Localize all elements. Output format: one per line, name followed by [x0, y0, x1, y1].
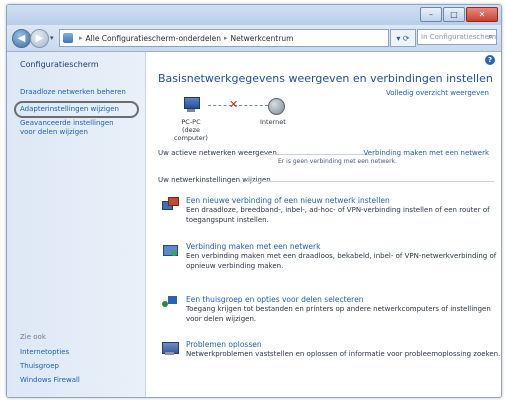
maximize-button[interactable]: □ — [443, 7, 465, 22]
refresh-button[interactable]: ▾ ⟳ — [390, 29, 416, 47]
computer-icon — [182, 97, 200, 113]
connect-network-icon — [162, 243, 178, 257]
computer-name: PC-PC — [181, 118, 201, 126]
sidebar-item-wireless-networks[interactable]: Draadloze netwerken beheren — [20, 88, 142, 97]
connect-to-network-link[interactable]: Verbinding maken met een netwerk — [364, 149, 489, 157]
page-title: Basisnetwerkgegevens weergeven en verbin… — [158, 72, 493, 85]
minimize-button[interactable]: – — [420, 7, 442, 22]
sidebar-item-advanced-sharing-line2[interactable]: voor delen wijzigen — [20, 128, 142, 137]
address-bar[interactable]: ▸ Alle Configuratiescherm-onderdelen ▸ N… — [59, 29, 389, 47]
homegroup-icon — [162, 296, 178, 310]
no-connection-text: Er is geen verbinding met een netwerk. — [278, 158, 397, 165]
sidebar-item-advanced-sharing[interactable]: Geavanceerde instellingen — [20, 119, 142, 128]
task-connect-network-desc: Een verbinding maken met een draadloos, … — [186, 252, 497, 270]
see-also-homegroup[interactable]: Thuisgroep — [20, 362, 59, 370]
see-also-internet-options[interactable]: Internetopties — [20, 348, 69, 356]
close-button[interactable]: ✕ — [466, 7, 498, 22]
caption-buttons: – □ ✕ — [420, 7, 498, 22]
forward-button[interactable]: ▶ — [30, 29, 49, 48]
task-new-connection-desc: Een draadloze, breedband-, inbel-, ad-ho… — [186, 206, 490, 224]
breadcrumb-separator: ▸ — [79, 34, 83, 42]
control-panel-icon — [63, 33, 73, 43]
computer-sublabel: (deze computer) — [174, 126, 208, 142]
new-connection-icon — [162, 197, 179, 211]
change-settings-heading: Uw netwerkinstellingen wijzigen — [158, 176, 271, 184]
breadcrumb-separator: ▸ — [223, 34, 228, 42]
troubleshoot-icon — [162, 341, 179, 355]
task-homegroup-link[interactable]: Een thuisgroep en opties voor delen sele… — [186, 295, 363, 304]
sidebar: Configuratiescherm Draadloze netwerken b… — [7, 52, 146, 397]
divider — [264, 154, 368, 155]
task-troubleshoot-desc: Netwerkproblemen vaststellen en oplossen… — [186, 350, 501, 358]
breadcrumb-all-items[interactable]: Alle Configuratiescherm-onderdelen — [86, 34, 221, 43]
task-new-connection-link[interactable]: Een nieuwe verbinding of een nieuw netwe… — [186, 196, 390, 205]
sidebar-home-link[interactable]: Configuratiescherm — [20, 60, 99, 69]
back-button[interactable]: ◀ — [12, 29, 31, 48]
title-bar: – □ ✕ — [7, 5, 501, 25]
breadcrumb-network-center[interactable]: Netwerkcentrum — [230, 34, 293, 43]
task-troubleshoot-link[interactable]: Problemen oplossen — [186, 340, 262, 349]
active-networks-heading: Uw actieve netwerken weergeven — [158, 149, 277, 157]
search-placeholder: In Configuratiescherm zoeken — [421, 33, 497, 41]
history-dropdown[interactable]: ▾ — [50, 34, 54, 42]
highlight-circle — [14, 101, 139, 118]
internet-label: Internet — [260, 118, 286, 126]
see-also-windows-firewall[interactable]: Windows Firewall — [20, 376, 80, 384]
task-connect-network-link[interactable]: Verbinding maken met een netwerk — [186, 242, 320, 251]
help-icon[interactable]: ? — [485, 55, 495, 65]
full-map-link[interactable]: Volledig overzicht weergeven — [386, 89, 489, 97]
internet-globe-icon — [268, 98, 285, 115]
navigation-bar: ◀ ▶ ▾ ▸ Alle Configuratiescherm-onderdel… — [7, 25, 501, 52]
task-homegroup-desc: Toegang krijgen tot bestanden en printer… — [186, 305, 491, 323]
control-panel-window: – □ ✕ ◀ ▶ ▾ ▸ Alle Configuratiescherm-on… — [6, 4, 502, 398]
computer-label: PC-PC (deze computer) — [168, 118, 214, 142]
network-map: ✕ PC-PC (deze computer) Internet — [168, 97, 318, 147]
search-icon[interactable]: ⌕ — [488, 32, 493, 42]
search-input[interactable]: In Configuratiescherm zoeken ⌕ — [417, 29, 497, 45]
see-also-heading: Zie ook — [20, 333, 46, 341]
main-content: ? Basisnetwerkgegevens weergeven en verb… — [146, 52, 501, 397]
red-x-icon: ✕ — [229, 98, 239, 111]
divider — [246, 181, 494, 182]
